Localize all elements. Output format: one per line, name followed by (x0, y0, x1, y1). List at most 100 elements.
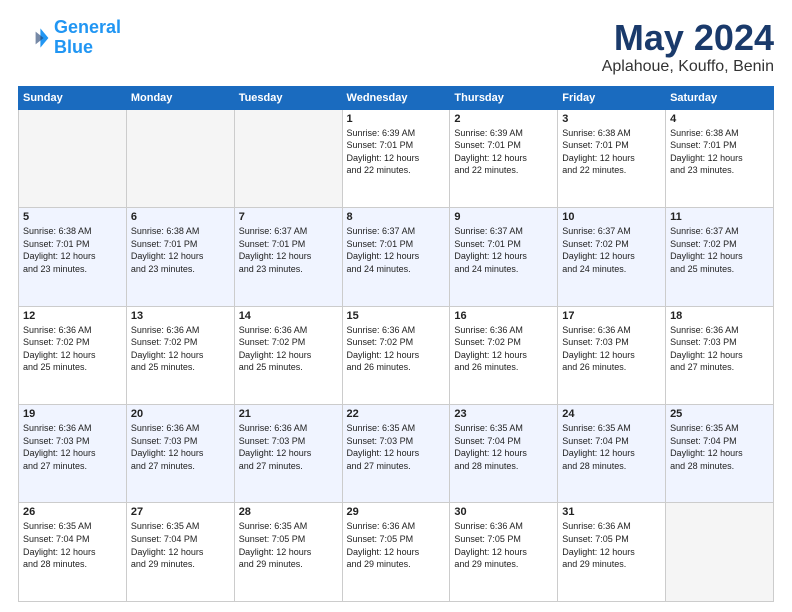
calendar-cell: 23Sunrise: 6:35 AM Sunset: 7:04 PM Dayli… (450, 405, 558, 503)
day-info: Sunrise: 6:38 AM Sunset: 7:01 PM Dayligh… (562, 127, 661, 177)
day-info: Sunrise: 6:36 AM Sunset: 7:02 PM Dayligh… (131, 324, 230, 374)
calendar-cell: 12 Sunrise: 6:36 AM Sunset: 7:02 PM Dayli… (19, 306, 127, 404)
calendar-cell: 29 Sunrise: 6:36 AM Sunset: 7:05 PM Dayli… (342, 503, 450, 602)
day-number: 19 (23, 408, 122, 420)
day-info: Sunrise: 6:37 AM Sunset: 7:02 PM Dayligh… (670, 225, 769, 275)
day-info: Sunrise: 6:36 AM Sunset: 7:03 PM Dayligh… (562, 324, 661, 374)
day-header-saturday: Saturday (666, 86, 774, 109)
day-number: 22 (347, 408, 446, 420)
calendar-cell: 22 Sunrise: 6:35 AM Sunset: 7:03 PM Dayli… (342, 405, 450, 503)
calendar-cell: 11 Sunrise: 6:37 AM Sunset: 7:02 PM Dayli… (666, 208, 774, 306)
day-info: Sunrise: 6:38 AM Sunset: 7:01 PM Dayligh… (131, 225, 230, 275)
day-number: 10 (562, 211, 661, 223)
day-info: Sunrise: 6:35 AM Sunset: 7:04 PM Dayligh… (562, 422, 661, 472)
header: General Blue May 2024 Aplahoue, Kouffo, … (18, 18, 774, 76)
day-number: 1 (347, 113, 446, 125)
calendar-cell (19, 109, 127, 207)
logo-text: General Blue (54, 18, 121, 58)
calendar-cell: 26Sunrise: 6:35 AM Sunset: 7:04 PM Dayli… (19, 503, 127, 602)
logo-general: General (54, 17, 121, 37)
day-info: Sunrise: 6:36 AM Sunset: 7:03 PM Dayligh… (670, 324, 769, 374)
day-info: Sunrise: 6:37 AM Sunset: 7:01 PM Dayligh… (347, 225, 446, 275)
day-number: 5 (23, 211, 122, 223)
day-number: 29 (347, 506, 446, 518)
day-info: Sunrise: 6:36 AM Sunset: 7:05 PM Dayligh… (454, 520, 553, 570)
calendar-cell: 10 Sunrise: 6:37 AM Sunset: 7:02 PM Dayli… (558, 208, 666, 306)
day-header-wednesday: Wednesday (342, 86, 450, 109)
calendar-cell (234, 109, 342, 207)
calendar-cell: 15Sunrise: 6:36 AM Sunset: 7:02 PM Dayli… (342, 306, 450, 404)
day-info: Sunrise: 6:38 AM Sunset: 7:01 PM Dayligh… (23, 225, 122, 275)
day-header-thursday: Thursday (450, 86, 558, 109)
day-number: 3 (562, 113, 661, 125)
calendar-cell: 19 Sunrise: 6:36 AM Sunset: 7:03 PM Dayli… (19, 405, 127, 503)
week-row-4: 26 Sunrise: 6:35 AM Sunset: 7:04 PM Dayli… (19, 503, 774, 602)
calendar-cell (666, 503, 774, 602)
calendar-cell: 6 Sunrise: 6:38 AM Sunset: 7:01 PM Daylig… (126, 208, 234, 306)
day-number: 4 (670, 113, 769, 125)
calendar-cell: 3 Sunrise: 6:38 AM Sunset: 7:01 PM Daylig… (558, 109, 666, 207)
page: General Blue May 2024 Aplahoue, Kouffo, … (0, 0, 792, 612)
week-row-0: 1 Sunrise: 6:39 AM Sunset: 7:01 PM Daylig… (19, 109, 774, 207)
calendar-cell: 21 Sunrise: 6:36 AM Sunset: 7:03 PM Dayli… (234, 405, 342, 503)
title-block: May 2024 Aplahoue, Kouffo, Benin (602, 18, 774, 76)
calendar-cell: 2 Sunrise: 6:39 AM Sunset: 7:01 PM Daylig… (450, 109, 558, 207)
subtitle: Aplahoue, Kouffo, Benin (602, 58, 774, 76)
day-number: 9 (454, 211, 553, 223)
day-number: 20 (131, 408, 230, 420)
calendar-cell: 16 Sunrise: 6:36 AM Sunset: 7:02 PM Dayli… (450, 306, 558, 404)
day-info: Sunrise: 6:36 AM Sunset: 7:02 PM Dayligh… (454, 324, 553, 374)
day-info: Sunrise: 6:36 AM Sunset: 7:03 PM Dayligh… (239, 422, 338, 472)
calendar-cell: 25Sunrise: 6:35 AM Sunset: 7:04 PM Dayli… (666, 405, 774, 503)
day-number: 30 (454, 506, 553, 518)
day-info: Sunrise: 6:36 AM Sunset: 7:02 PM Dayligh… (239, 324, 338, 374)
calendar-cell: 8 Sunrise: 6:37 AM Sunset: 7:01 PM Daylig… (342, 208, 450, 306)
day-number: 11 (670, 211, 769, 223)
day-number: 8 (347, 211, 446, 223)
day-info: Sunrise: 6:39 AM Sunset: 7:01 PM Dayligh… (347, 127, 446, 177)
calendar-cell: 28Sunrise: 6:35 AM Sunset: 7:05 PM Dayli… (234, 503, 342, 602)
day-info: Sunrise: 6:35 AM Sunset: 7:04 PM Dayligh… (454, 422, 553, 472)
day-number: 17 (562, 310, 661, 322)
day-number: 27 (131, 506, 230, 518)
day-number: 26 (23, 506, 122, 518)
day-info: Sunrise: 6:36 AM Sunset: 7:03 PM Dayligh… (23, 422, 122, 472)
calendar-cell: 5 Sunrise: 6:38 AM Sunset: 7:01 PM Daylig… (19, 208, 127, 306)
calendar-cell: 14 Sunrise: 6:36 AM Sunset: 7:02 PM Dayli… (234, 306, 342, 404)
calendar-cell: 4 Sunrise: 6:38 AM Sunset: 7:01 PM Daylig… (666, 109, 774, 207)
logo-icon (18, 22, 50, 54)
day-info: Sunrise: 6:37 AM Sunset: 7:02 PM Dayligh… (562, 225, 661, 275)
day-info: Sunrise: 6:37 AM Sunset: 7:01 PM Dayligh… (454, 225, 553, 275)
day-info: Sunrise: 6:39 AM Sunset: 7:01 PM Dayligh… (454, 127, 553, 177)
logo: General Blue (18, 18, 121, 58)
calendar-table: SundayMondayTuesdayWednesdayThursdayFrid… (18, 86, 774, 602)
day-info: Sunrise: 6:35 AM Sunset: 7:04 PM Dayligh… (131, 520, 230, 570)
day-info: Sunrise: 6:38 AM Sunset: 7:01 PM Dayligh… (670, 127, 769, 177)
day-info: Sunrise: 6:35 AM Sunset: 7:05 PM Dayligh… (239, 520, 338, 570)
day-info: Sunrise: 6:36 AM Sunset: 7:05 PM Dayligh… (347, 520, 446, 570)
day-number: 21 (239, 408, 338, 420)
day-number: 6 (131, 211, 230, 223)
day-info: Sunrise: 6:35 AM Sunset: 7:03 PM Dayligh… (347, 422, 446, 472)
day-number: 14 (239, 310, 338, 322)
day-number: 16 (454, 310, 553, 322)
day-number: 2 (454, 113, 553, 125)
calendar-cell: 7Sunrise: 6:37 AM Sunset: 7:01 PM Daylig… (234, 208, 342, 306)
calendar-cell: 18 Sunrise: 6:36 AM Sunset: 7:03 PM Dayli… (666, 306, 774, 404)
day-header-sunday: Sunday (19, 86, 127, 109)
day-number: 12 (23, 310, 122, 322)
day-info: Sunrise: 6:36 AM Sunset: 7:02 PM Dayligh… (23, 324, 122, 374)
calendar-cell: 30 Sunrise: 6:36 AM Sunset: 7:05 PM Dayli… (450, 503, 558, 602)
day-info: Sunrise: 6:37 AM Sunset: 7:01 PM Dayligh… (239, 225, 338, 275)
calendar-cell: 13Sunrise: 6:36 AM Sunset: 7:02 PM Dayli… (126, 306, 234, 404)
day-number: 15 (347, 310, 446, 322)
calendar-cell: 27 Sunrise: 6:35 AM Sunset: 7:04 PM Dayli… (126, 503, 234, 602)
calendar-cell (126, 109, 234, 207)
day-number: 25 (670, 408, 769, 420)
day-number: 18 (670, 310, 769, 322)
week-row-3: 19 Sunrise: 6:36 AM Sunset: 7:03 PM Dayli… (19, 405, 774, 503)
day-header-monday: Monday (126, 86, 234, 109)
calendar-cell: 17 Sunrise: 6:36 AM Sunset: 7:03 PM Dayli… (558, 306, 666, 404)
day-info: Sunrise: 6:36 AM Sunset: 7:05 PM Dayligh… (562, 520, 661, 570)
calendar-header-row: SundayMondayTuesdayWednesdayThursdayFrid… (19, 86, 774, 109)
